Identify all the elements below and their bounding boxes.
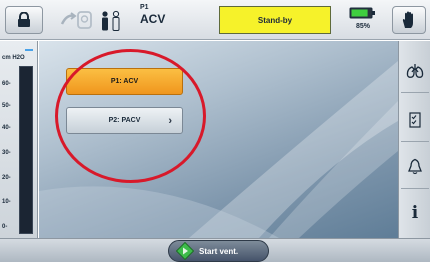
ventilator-screen: P1 ACV Stand-by 85% cm H2O 60- 50- 40- 3… <box>0 0 430 262</box>
status-text: Stand-by <box>257 15 293 25</box>
sidebar-item-info[interactable]: i <box>401 191 429 235</box>
lungs-icon <box>406 63 424 78</box>
top-bar: P1 ACV Stand-by 85% <box>0 0 430 40</box>
active-profile-label: P1 <box>140 4 149 11</box>
patient-type-icons <box>60 10 120 31</box>
tick-label: 10- <box>2 199 11 205</box>
lock-icon <box>18 12 30 27</box>
annotation-circle <box>55 49 206 183</box>
right-sidebar: i <box>398 41 430 238</box>
sidebar-item-alarms[interactable] <box>401 145 429 189</box>
pressure-gauge-panel: cm H2O 60- 50- 40- 30- 20- 10- 0- <box>0 41 38 238</box>
hand-icon <box>402 11 413 28</box>
start-ventilation-label: Start vent. <box>199 246 239 256</box>
checklist-icon <box>409 111 421 128</box>
tick-label: 0- <box>2 224 8 230</box>
battery-icon <box>349 7 375 19</box>
main-area: P1: ACV P2: PACV › <box>39 41 398 238</box>
sidebar-item-checklist[interactable] <box>401 98 429 142</box>
pressure-bar <box>19 66 33 234</box>
start-diamond-icon <box>176 242 194 260</box>
battery-indicator: 85% <box>343 5 383 35</box>
tick-label: 20- <box>2 175 11 181</box>
pressure-limit-marker <box>25 49 33 51</box>
status-badge: Stand-by <box>219 6 331 34</box>
sidebar-item-lungs[interactable] <box>401 49 429 93</box>
battery-percent: 85% <box>355 23 370 30</box>
lock-button[interactable] <box>5 6 43 34</box>
tick-label: 50- <box>2 103 11 109</box>
info-icon: i <box>411 203 419 223</box>
tick-label: 40- <box>2 125 11 131</box>
alarm-silence-button[interactable] <box>392 6 426 34</box>
ventilation-mode: ACV <box>140 12 166 26</box>
bell-icon <box>408 158 422 175</box>
tick-label: 30- <box>2 150 11 156</box>
pressure-unit-label: cm H2O <box>2 55 25 61</box>
tick-label: 60- <box>2 81 11 87</box>
